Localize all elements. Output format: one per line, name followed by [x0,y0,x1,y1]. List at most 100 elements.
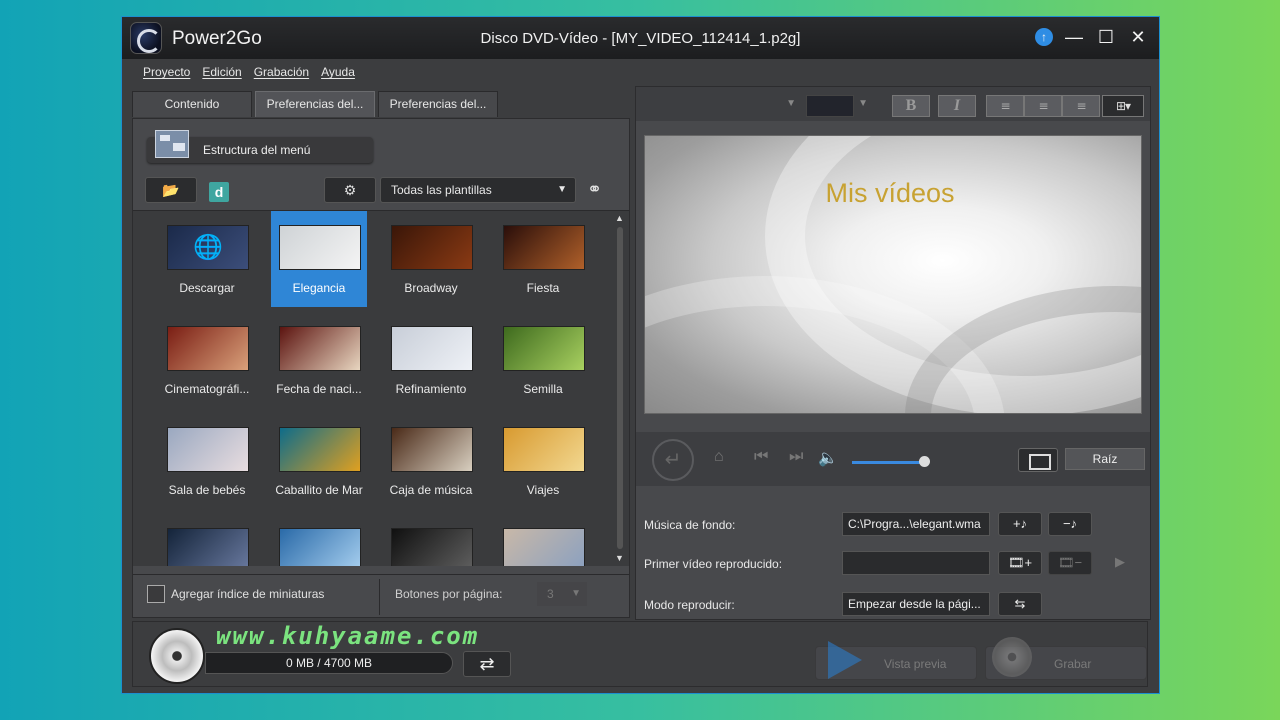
link-icon[interactable]: ⚭ [587,179,602,200]
preview-player-controls: ↵ ⌂ ⏮ ⏭ 🔈 Raíz [636,432,1150,486]
template-thumbnail [391,225,473,270]
import-template-button[interactable]: 📂 [145,177,197,203]
menu-structure-button[interactable]: Estructura del menú [147,130,373,163]
font-color-swatch[interactable] [806,95,854,117]
title-bar: Power2Go Disco DVD-Vídeo - [MY_VIDEO_112… [122,17,1159,59]
play-mode-settings-button[interactable]: ⇆ [998,592,1042,616]
volume-icon[interactable]: 🔈 [818,448,838,468]
previous-icon[interactable]: ⏮ [754,448,768,466]
root-menu-button[interactable]: Raíz [1065,448,1145,470]
chevron-down-icon: ▼ [786,98,796,109]
template-thumbnail [167,326,249,371]
template-thumbnail [503,326,585,371]
menu-edicion[interactable]: Edición [202,65,241,79]
template-item[interactable] [159,514,255,566]
template-item[interactable] [271,514,367,566]
template-settings-button[interactable]: ⚙ [324,177,376,203]
remove-video-button[interactable]: 🎞− [1048,551,1092,575]
menu-ayuda[interactable]: Ayuda [321,65,355,79]
template-item[interactable]: Caja de música [383,413,479,509]
divider [379,579,380,615]
template-filter-select[interactable]: Todas las plantillas ▼ [380,177,576,203]
volume-slider-handle[interactable] [919,456,930,467]
update-icon[interactable]: ↑ [1035,28,1053,46]
background-music-label: Música de fondo: [644,518,736,532]
close-button[interactable]: ✕ [1127,26,1149,48]
play-video-icon[interactable]: ▶ [1098,551,1142,575]
burn-button-label: Grabar [1054,657,1092,671]
template-thumbnail [391,528,473,566]
template-item[interactable]: Fiesta [495,211,591,307]
align-left-button[interactable]: ≡ [986,95,1024,117]
preview-menu-title[interactable]: Mis vídeos [645,178,1141,209]
preview-button[interactable]: Vista previa [815,641,977,680]
tab-bar: Contenido Preferencias del... Preferenci… [132,91,498,117]
italic-button[interactable]: I [938,95,976,117]
template-item[interactable]: Refinamiento [383,312,479,408]
buttons-per-page-select[interactable]: 3 ▼ [537,582,587,606]
return-icon[interactable]: ↵ [652,439,694,481]
background-music-field[interactable]: C:\Progra...\elegant.wma [842,512,990,536]
first-video-label: Primer vídeo reproducido: [644,557,783,571]
align-center-button[interactable]: ≡ [1024,95,1062,117]
template-gallery: ▶ 🌐DescargarEleganciaBroadwayFiestaCinem… [133,210,629,566]
align-right-button[interactable]: ≡ [1062,95,1100,117]
menu-proyecto[interactable]: Proyecto [143,65,190,79]
template-item[interactable]: Cinematográfi... [159,312,255,408]
first-video-field[interactable] [842,551,990,575]
template-thumbnail [503,427,585,472]
add-music-button[interactable]: +♪ [998,512,1042,536]
font-size-select[interactable]: ▼ [806,95,872,117]
template-item[interactable] [495,514,591,566]
play-icon [828,641,862,679]
folder-gear-icon: ⚙ [343,182,357,198]
tab-preferencias-menu[interactable]: Preferencias del... [255,91,375,117]
buttons-per-page-label: Botones por página: [395,587,503,601]
template-thumbnail [279,225,361,270]
bottom-bar: 0 MB / 4700 MB ⇄ www.kuhyaame.com Vista … [132,621,1148,687]
volume-slider[interactable] [852,461,924,464]
maximize-button[interactable]: ☐ [1095,26,1117,48]
template-item[interactable]: Sala de bebés [159,413,255,509]
template-item[interactable]: 🌐 Descargar [159,211,255,307]
thumbnail-index-checkbox[interactable] [147,585,165,603]
scroll-up-icon[interactable]: ▲ [615,213,624,223]
font-family-select[interactable]: ▼ [642,95,800,117]
template-label: Elegancia [292,281,346,295]
swap-disc-button[interactable]: ⇄ [463,651,511,677]
play-mode-row: Modo reproducir: Empezar desde la pági..… [636,590,1150,620]
folder-import-icon: 📂 [162,182,180,198]
menu-grabacion[interactable]: Grabación [254,65,309,79]
add-video-button[interactable]: 🎞+ [998,551,1042,575]
disc-icon [149,628,205,684]
directorzone-icon[interactable]: d [209,182,229,202]
home-icon[interactable]: ⌂ [714,448,724,466]
tab-preferencias-disco[interactable]: Preferencias del... [378,91,498,117]
template-thumbnail [167,427,249,472]
template-item[interactable]: Elegancia [271,211,367,307]
layout-grid-button[interactable]: ⊞▾ [1102,95,1144,117]
play-mode-field[interactable]: Empezar desde la pági... [842,592,990,616]
next-icon[interactable]: ⏭ [789,448,803,466]
scrollbar-track[interactable] [617,227,623,549]
template-item[interactable] [383,514,479,566]
template-item[interactable]: Fecha de naci... [271,312,367,408]
fullscreen-button[interactable] [1018,448,1058,472]
template-item[interactable]: Caballito de Mar [271,413,367,509]
minimize-button[interactable]: — [1063,26,1085,48]
menu-preview[interactable]: Mis vídeos [644,135,1142,414]
template-item[interactable]: Semilla [495,312,591,408]
thumbnail-index-label: Agregar índice de miniaturas [171,587,325,601]
template-thumbnail [503,528,585,566]
gallery-scrollbar[interactable]: ▲ ▼ [615,213,625,563]
template-item[interactable]: Broadway [383,211,479,307]
template-thumbnail [167,528,249,566]
tab-contenido[interactable]: Contenido [132,91,252,117]
chevron-down-icon: ▼ [557,184,567,195]
template-item[interactable]: Viajes [495,413,591,509]
bold-button[interactable]: B [892,95,930,117]
template-label: Caballito de Mar [275,483,363,497]
remove-music-button[interactable]: −♪ [1048,512,1092,536]
burn-button[interactable]: Grabar [985,637,1147,680]
scroll-down-icon[interactable]: ▼ [615,553,624,563]
